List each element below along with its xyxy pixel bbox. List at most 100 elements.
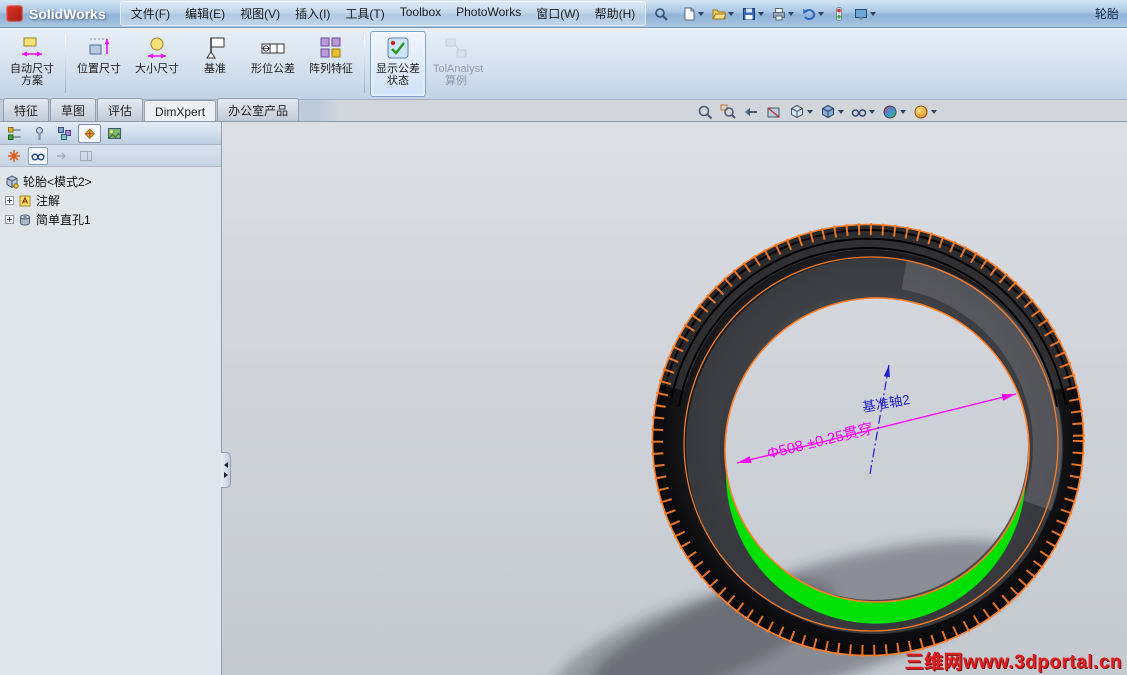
tab-features[interactable]: 特征 [3, 98, 50, 121]
menu-tools[interactable]: 工具(T) [338, 3, 391, 24]
rebuild-button[interactable] [830, 6, 848, 22]
size-dimension-icon [148, 37, 166, 59]
chevron-down-icon [818, 11, 825, 16]
print-button[interactable] [770, 6, 796, 22]
hole-feature-icon [20, 214, 30, 225]
image-capture-button[interactable] [852, 6, 878, 22]
tree-item-label: 简单直孔1 [36, 213, 91, 227]
dimxpertmanager-tab[interactable] [78, 123, 101, 143]
zoom-area-icon [720, 104, 736, 119]
document-title: 轮胎 [1094, 7, 1119, 21]
expand-icon[interactable] [5, 196, 14, 205]
annotation-views-button[interactable] [28, 146, 48, 165]
tolerance-status-button[interactable] [4, 147, 24, 165]
chevron-down-icon [931, 110, 937, 114]
location-dimension-button[interactable]: 位置尺寸 [71, 31, 127, 97]
undo-icon [803, 8, 816, 20]
button-label: 阵列特征 [309, 63, 353, 75]
scene-button[interactable] [913, 104, 937, 120]
quick-toolbar [680, 6, 878, 22]
datum-icon [206, 37, 225, 59]
auto-dimension-scheme-button[interactable]: 自动尺寸方案 [4, 31, 60, 97]
hide-show-items-button[interactable] [851, 104, 875, 120]
chevron-down-icon [807, 110, 813, 114]
annotations-icon [19, 195, 31, 206]
view-orientation-button[interactable] [789, 104, 813, 120]
tree-item-label: 注解 [36, 194, 61, 208]
menubar: 文件(F) 编辑(E) 视图(V) 插入(I) 工具(T) Toolbox Ph… [119, 1, 647, 26]
graphics-viewport: Φ508 ±0.25贯穿 基准轴2 三维网www.3dportal.cn [222, 122, 1127, 675]
tab-dimxpert[interactable]: DimXpert [144, 100, 217, 121]
manager-tab-bar [0, 122, 221, 145]
tree-item-part[interactable]: 轮胎<模式2> [2, 172, 219, 191]
tab-evaluate[interactable]: 评估 [97, 98, 144, 121]
chevron-down-icon [728, 11, 735, 16]
dimxpert-display-toolbar [0, 145, 221, 167]
save-icon [743, 7, 756, 20]
feature-manager-panel: 轮胎<模式2> 注解 简单直孔1 [0, 122, 231, 675]
undo-button[interactable] [800, 6, 826, 22]
tree-item-hole-feature[interactable]: 简单直孔1 [2, 210, 219, 229]
open-folder-icon [712, 9, 727, 19]
menu-photoworks[interactable]: PhotoWorks [449, 3, 528, 24]
view-orientation-icon [791, 104, 803, 119]
graphics-area[interactable]: Φ508 ±0.25贯穿 基准轴2 [222, 122, 1127, 675]
menu-help[interactable]: 帮助(H) [588, 3, 643, 24]
menu-view[interactable]: 视图(V) [233, 3, 287, 24]
tree-item-annotations[interactable]: 注解 [2, 191, 219, 210]
hide-show-items-icon [851, 109, 867, 117]
button-label: 自动尺寸方案 [10, 63, 54, 87]
datum-button[interactable]: 基准 [187, 31, 243, 97]
titlebar: SolidWorks 文件(F) 编辑(E) 视图(V) 插入(I) 工具(T)… [0, 0, 1127, 28]
geometric-tolerance-icon [261, 43, 285, 54]
tab-sketch[interactable]: 草图 [50, 98, 97, 121]
configurationmanager-tab[interactable] [53, 124, 76, 143]
appearances-button[interactable] [882, 104, 906, 120]
tolerance-status-icon [8, 149, 20, 162]
propertymanager-tab[interactable] [28, 124, 51, 143]
menu-insert[interactable]: 插入(I) [288, 3, 337, 24]
menu-toolbox[interactable]: Toolbox [393, 3, 448, 24]
geometric-tolerance-button[interactable]: 形位公差 [245, 31, 301, 97]
section-view-button[interactable] [766, 104, 782, 120]
chevron-down-icon [838, 110, 844, 114]
section-view-icon [767, 107, 780, 118]
displaymanager-tab[interactable] [103, 124, 126, 143]
zoom-fit-button[interactable] [697, 104, 713, 120]
save-button[interactable] [740, 6, 766, 22]
show-tolerance-status-button[interactable]: 显示公差状态 [370, 31, 426, 97]
menu-edit[interactable]: 编辑(E) [178, 3, 232, 24]
display-style-icon [822, 104, 834, 119]
panel-splitter-handle[interactable] [221, 452, 231, 488]
button-label: 基准 [204, 63, 226, 75]
chevron-down-icon [758, 11, 765, 16]
flat-tree-icon [57, 152, 66, 159]
tab-office-products[interactable]: 办公室产品 [217, 98, 300, 121]
previous-view-button[interactable] [743, 104, 759, 120]
featuremanager-tab[interactable] [3, 124, 26, 143]
chevron-down-icon [900, 110, 906, 114]
location-dimension-icon [89, 38, 110, 55]
button-label: TolAnalyst 算例 [433, 63, 484, 87]
new-document-button[interactable] [680, 6, 706, 22]
show-tolerance-status-icon [387, 37, 409, 59]
search-button[interactable] [652, 6, 670, 22]
menu-file[interactable]: 文件(F) [124, 3, 177, 24]
menu-window[interactable]: 窗口(W) [529, 3, 586, 24]
dimxpertmanager-icon [84, 127, 96, 139]
dimxpert-tree: 轮胎<模式2> 注解 简单直孔1 [0, 167, 221, 675]
size-dimension-button[interactable]: 大小尺寸 [129, 31, 185, 97]
app-title: SolidWorks [29, 5, 106, 22]
new-document-icon [684, 7, 695, 20]
chevron-down-icon [870, 11, 877, 16]
auto-dimension-scheme-icon [22, 37, 42, 57]
display-style-button[interactable] [820, 104, 844, 120]
pattern-feature-button[interactable]: 阵列特征 [303, 31, 359, 97]
heads-up-view-toolbar [697, 104, 937, 120]
open-document-button[interactable] [710, 6, 736, 22]
displaymanager-icon [108, 127, 121, 139]
zoom-area-button[interactable] [720, 104, 736, 120]
expand-icon[interactable] [5, 215, 14, 224]
solidworks-logo-icon [6, 5, 23, 22]
button-label: 位置尺寸 [77, 63, 121, 75]
